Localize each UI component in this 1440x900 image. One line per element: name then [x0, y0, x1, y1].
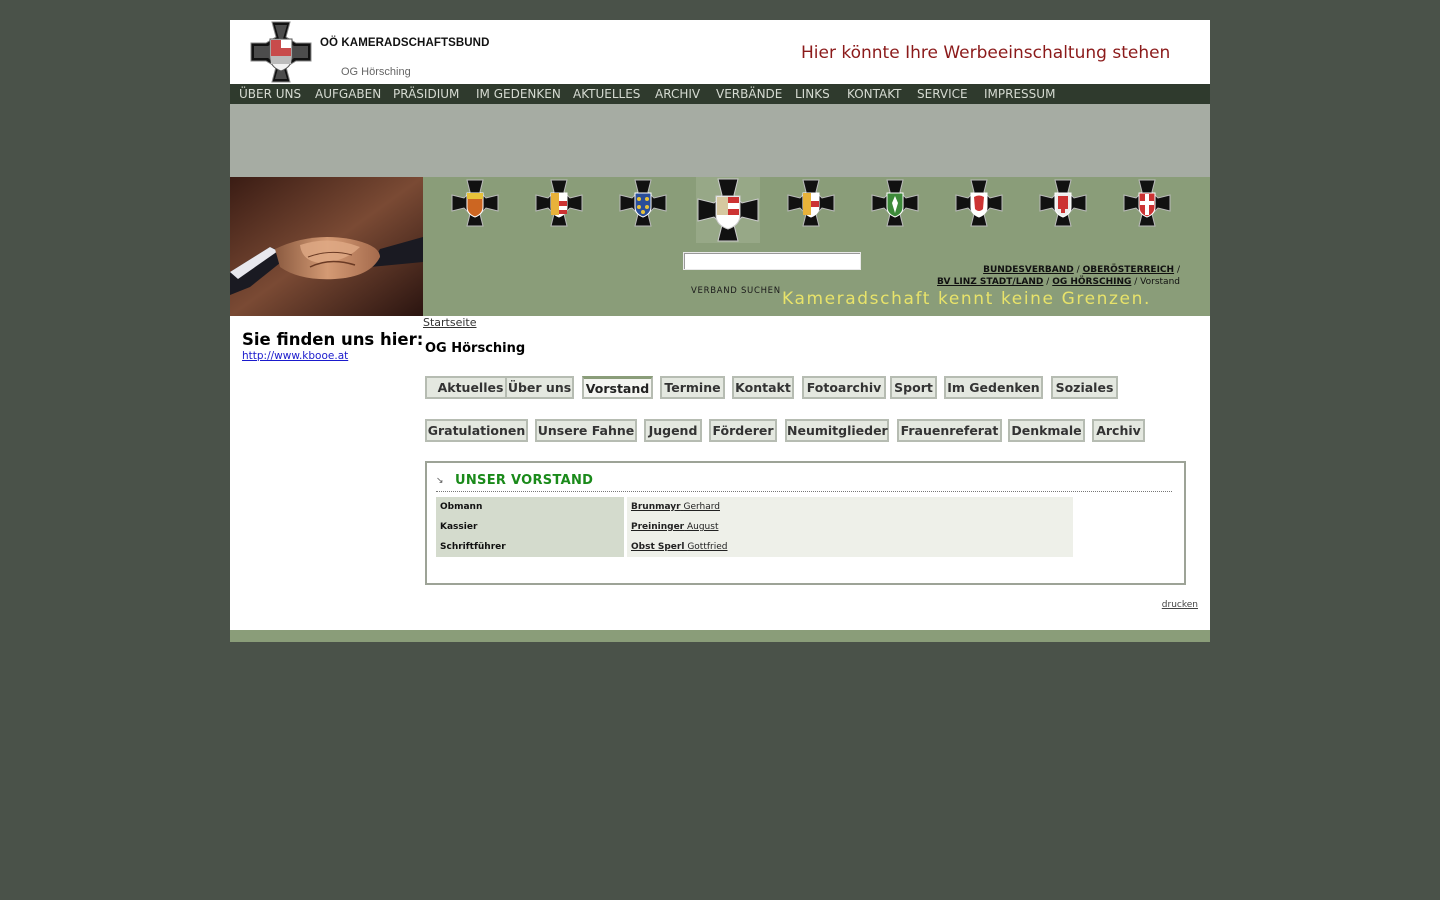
- breadcrumb-separator: /: [1046, 277, 1050, 287]
- tab-vorstand[interactable]: Vorstand: [582, 376, 653, 399]
- tab-gratulationen[interactable]: Gratulationen: [425, 419, 528, 442]
- footer-bar: [230, 630, 1210, 642]
- role-cell: Schriftführer: [436, 537, 627, 557]
- tab-termine[interactable]: Termine: [660, 376, 725, 399]
- breadcrumb-current: Vorstand: [1140, 277, 1180, 287]
- member-surname: Obst Sperl: [631, 542, 685, 552]
- header: OÖ KAMERADSCHAFTSBUND OG Hörsching Hier …: [230, 20, 1210, 84]
- nav-item-links[interactable]: LINKS: [795, 87, 830, 101]
- name-cell: Brunmayr Gerhard: [625, 497, 1073, 517]
- tab-im-gedenken[interactable]: Im Gedenken: [944, 376, 1043, 399]
- member-surname: Preininger: [631, 522, 685, 532]
- table-row: Schriftführer Obst Sperl Gottfried: [436, 537, 1073, 557]
- tab-denkmale[interactable]: Denkmale: [1008, 419, 1085, 442]
- breadcrumb-bv-linz[interactable]: BV LINZ STADT/LAND: [937, 277, 1043, 287]
- verband-search-input[interactable]: [683, 252, 861, 270]
- page: OÖ KAMERADSCHAFTSBUND OG Hörsching Hier …: [230, 20, 1210, 642]
- page-title: OG Hörsching: [425, 341, 526, 356]
- nav-item-aufgaben[interactable]: AUFGABEN: [315, 87, 381, 101]
- main-nav: ÜBER UNS AUFGABEN PRÄSIDIUM IM GEDENKEN …: [230, 84, 1210, 104]
- find-us-heading: Sie finden uns hier:: [242, 330, 424, 349]
- nav-item-im-gedenken[interactable]: IM GEDENKEN: [476, 87, 561, 101]
- banner: VERBAND SUCHEN BUNDESVERBAND / OBERÖSTER…: [230, 177, 1210, 316]
- panel-title: UNSER VORSTAND: [455, 473, 594, 488]
- role-cell: Obmann: [436, 497, 627, 517]
- breadcrumb-og-hoersching[interactable]: OG HÖRSCHING: [1052, 277, 1131, 287]
- org-subtitle: OG Hörsching: [341, 66, 411, 78]
- tab-fotoarchiv[interactable]: Fotoarchiv: [802, 376, 886, 399]
- upper-austria-cross-icon[interactable]: [696, 177, 760, 243]
- tab-soziales[interactable]: Soziales: [1051, 376, 1118, 399]
- member-link[interactable]: Brunmayr Gerhard: [631, 502, 720, 512]
- nav-item-aktuelles[interactable]: AKTUELLES: [573, 87, 640, 101]
- divider: [436, 491, 1172, 492]
- tab-foerderer[interactable]: Förderer: [709, 419, 777, 442]
- startseite-link[interactable]: Startseite: [423, 316, 477, 329]
- tab-unsere-fahne[interactable]: Unsere Fahne: [535, 419, 637, 442]
- role-cell: Kassier: [436, 517, 627, 537]
- tab-kontakt[interactable]: Kontakt: [732, 376, 794, 399]
- breadcrumb-separator: /: [1076, 265, 1080, 275]
- tab-frauenreferat[interactable]: Frauenreferat: [897, 419, 1002, 442]
- nav-item-kontakt[interactable]: KONTAKT: [847, 87, 902, 101]
- salzburg-cross-icon[interactable]: [787, 179, 835, 227]
- verband-search-label: VERBAND SUCHEN: [691, 286, 781, 296]
- vorarlberg-cross-icon[interactable]: [1039, 179, 1087, 227]
- breadcrumb: BUNDESVERBAND / OBERÖSTERREICH / BV LINZ…: [900, 264, 1180, 288]
- nav-item-impressum[interactable]: IMPRESSUM: [984, 87, 1055, 101]
- kameradschaftsbund-logo[interactable]: [250, 21, 312, 83]
- breadcrumb-oberoesterreich[interactable]: OBERÖSTERREICH: [1083, 265, 1175, 275]
- member-surname: Brunmayr: [631, 502, 681, 512]
- tab-jugend[interactable]: Jugend: [644, 419, 702, 442]
- website-link[interactable]: http://www.kbooe.at: [242, 350, 423, 362]
- name-cell: Obst Sperl Gottfried: [625, 537, 1073, 557]
- table-row: Obmann Brunmayr Gerhard: [436, 497, 1073, 517]
- tab-ueber-uns[interactable]: Über uns: [505, 376, 574, 399]
- tab-archiv[interactable]: Archiv: [1092, 419, 1145, 442]
- tyrol-cross-icon[interactable]: [955, 179, 1003, 227]
- handshake-image: [230, 177, 423, 316]
- nav-item-archiv[interactable]: ARCHIV: [655, 87, 700, 101]
- breadcrumb-separator: /: [1134, 277, 1138, 287]
- slogan: Kameradschaft kennt keine Grenzen.: [782, 289, 1151, 309]
- tab-aktuelles[interactable]: Aktuelles: [425, 376, 516, 399]
- vorstand-table: Obmann Brunmayr Gerhard Kassier Preining…: [436, 497, 1073, 557]
- carinthia-cross-icon[interactable]: [535, 179, 583, 227]
- vorstand-panel: ↘ UNSER VORSTAND Obmann Brunmayr Gerhard…: [425, 461, 1186, 585]
- breadcrumb-bundesverband[interactable]: BUNDESVERBAND: [983, 265, 1074, 275]
- member-firstname: Gottfried: [687, 542, 728, 552]
- lower-austria-cross-icon[interactable]: [619, 179, 667, 227]
- tab-sport[interactable]: Sport: [890, 376, 937, 399]
- member-link[interactable]: Obst Sperl Gottfried: [631, 542, 727, 552]
- sidebar: Sie finden uns hier: http://www.kbooe.at: [242, 330, 423, 362]
- member-firstname: August: [686, 522, 719, 532]
- table-row: Kassier Preininger August: [436, 517, 1073, 537]
- nav-item-ueber-uns[interactable]: ÜBER UNS: [239, 87, 301, 101]
- burgenland-cross-icon[interactable]: [451, 179, 499, 227]
- member-firstname: Gerhard: [683, 502, 720, 512]
- ad-space: [230, 104, 1210, 177]
- print-link[interactable]: drucken: [1162, 600, 1198, 610]
- breadcrumb-separator: /: [1176, 265, 1180, 275]
- tab-neumitglieder[interactable]: Neumitglieder: [785, 419, 889, 442]
- ad-banner-text[interactable]: Hier könnte Ihre Werbeeinschaltung stehe…: [801, 43, 1170, 63]
- nav-item-service[interactable]: SERVICE: [917, 87, 968, 101]
- name-cell: Preininger August: [625, 517, 1073, 537]
- vienna-cross-icon[interactable]: [1123, 179, 1171, 227]
- arrow-icon: ↘: [436, 476, 444, 486]
- nav-item-praesidium[interactable]: PRÄSIDIUM: [393, 87, 459, 101]
- member-link[interactable]: Preininger August: [631, 522, 718, 532]
- styria-cross-icon[interactable]: [871, 179, 919, 227]
- nav-item-verbaende[interactable]: VERBÄNDE: [716, 87, 782, 101]
- org-name: OÖ KAMERADSCHAFTSBUND: [320, 37, 490, 49]
